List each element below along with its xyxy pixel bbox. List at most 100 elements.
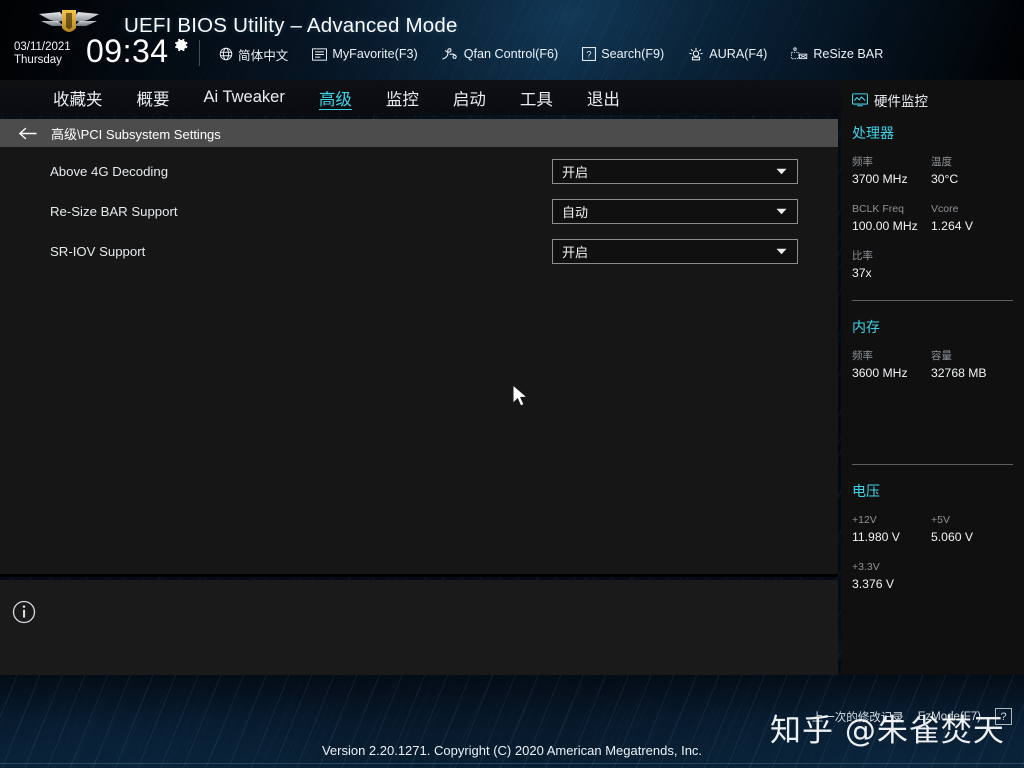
chevron-down-icon bbox=[776, 168, 797, 175]
question-box-icon: ? bbox=[582, 47, 597, 61]
tab-exit[interactable]: 退出 bbox=[570, 80, 637, 115]
hw-key: +5V bbox=[931, 514, 950, 526]
hw-row-3v3: +3.3V 3.376 V bbox=[841, 559, 1024, 593]
help-description-panel bbox=[0, 580, 838, 675]
settings-panel: Above 4G Decoding 开启 Re-Size BAR Support… bbox=[0, 147, 838, 577]
hw-row-memory: 频率 3600 MHz 容量 32768 MB bbox=[841, 348, 1024, 382]
hw-row-12v-5v: +12V 11.980 V +5V 5.060 V bbox=[841, 512, 1024, 546]
header-item-aura[interactable]: AURA(F4) bbox=[676, 43, 779, 65]
resize-bar-icon bbox=[791, 46, 808, 59]
setting-label: SR-IOV Support bbox=[50, 243, 146, 259]
hw-divider bbox=[852, 300, 1013, 301]
dropdown-above-4g-decoding[interactable]: 开启 bbox=[552, 158, 798, 184]
breadcrumb: 高级\PCI Subsystem Settings bbox=[0, 119, 838, 147]
hw-cell-memory-frequency: 频率 3600 MHz bbox=[852, 348, 931, 382]
tab-main[interactable]: 概要 bbox=[120, 80, 187, 115]
dropdown-resize-bar-support[interactable]: 自动 bbox=[552, 198, 798, 224]
header-item-label: ReSize BAR bbox=[813, 47, 884, 61]
tab-monitor[interactable]: 监控 bbox=[369, 80, 436, 115]
hw-value: 3700 MHz bbox=[852, 172, 908, 186]
date-text: 03/11/2021 bbox=[14, 41, 71, 53]
hw-cell-memory-capacity: 容量 32768 MB bbox=[931, 348, 1010, 382]
info-circle-icon[interactable] bbox=[12, 600, 36, 624]
tab-boot[interactable]: 启动 bbox=[436, 80, 503, 115]
header-item-myfavorite[interactable]: MyFavorite(F3) bbox=[300, 43, 429, 65]
dropdown-sr-iov-support[interactable]: 开启 bbox=[552, 238, 798, 264]
chevron-down-icon bbox=[776, 208, 797, 215]
back-button[interactable] bbox=[18, 127, 37, 140]
header-separator bbox=[199, 40, 200, 66]
hw-key: Vcore bbox=[931, 203, 959, 215]
setting-label: Above 4G Decoding bbox=[50, 163, 169, 179]
setting-row-resize-bar-support: Re-Size BAR Support 自动 bbox=[0, 191, 838, 231]
hw-value: 37x bbox=[852, 266, 872, 280]
hardware-monitor-sidebar: 硬件监控 处理器 频率 3700 MHz 温度 30°C BCLK Freq 1… bbox=[841, 80, 1024, 675]
hw-section-memory: 内存 bbox=[852, 319, 880, 335]
tab-ai-tweaker[interactable]: Ai Tweaker bbox=[187, 80, 302, 115]
dropdown-value: 开启 bbox=[562, 164, 589, 180]
hw-value: 100.00 MHz bbox=[852, 219, 918, 233]
hw-key: 容量 bbox=[931, 350, 952, 362]
header-item-resize-bar[interactable]: ReSize BAR bbox=[779, 43, 895, 65]
hw-value: 11.980 V bbox=[852, 530, 900, 544]
tab-favorites[interactable]: 收藏夹 bbox=[36, 80, 120, 115]
hw-cell-5v: +5V 5.060 V bbox=[931, 512, 1010, 546]
hw-cell-ratio: 比率 37x bbox=[852, 248, 931, 282]
dropdown-value: 开启 bbox=[562, 244, 589, 260]
header-item-label: Search(F9) bbox=[601, 47, 665, 61]
setting-row-sr-iov-support: SR-IOV Support 开启 bbox=[0, 231, 838, 271]
header-item-label: 简体中文 bbox=[238, 48, 289, 63]
hw-key: 温度 bbox=[931, 156, 952, 168]
hw-cell-vcore: Vcore 1.264 V bbox=[931, 201, 1010, 235]
tab-tool[interactable]: 工具 bbox=[503, 80, 570, 115]
hw-value: 32768 MB bbox=[931, 366, 987, 380]
hw-row-cpu-freq-temp: 频率 3700 MHz 温度 30°C bbox=[841, 154, 1024, 188]
hw-key: 频率 bbox=[852, 156, 873, 168]
clock-display: 09:34 bbox=[86, 33, 169, 69]
svg-text:?: ? bbox=[587, 49, 592, 59]
date-display: 03/11/2021 Thursday bbox=[14, 41, 71, 67]
hw-cell-bclk-freq: BCLK Freq 100.00 MHz bbox=[852, 201, 931, 235]
hw-divider bbox=[852, 464, 1013, 465]
bios-version-text: Version 2.20.1271. Copyright (C) 2020 Am… bbox=[321, 743, 703, 758]
globe-icon bbox=[219, 47, 233, 61]
bios-screen: UEFI BIOS Utility – Advanced Mode 03/11/… bbox=[0, 0, 1024, 768]
header-bar: UEFI BIOS Utility – Advanced Mode 03/11/… bbox=[0, 0, 1024, 80]
header-item-label: Qfan Control(F6) bbox=[463, 47, 559, 61]
gear-icon[interactable] bbox=[172, 36, 190, 54]
tab-advanced[interactable]: 高级 bbox=[302, 80, 369, 115]
fan-icon bbox=[442, 48, 457, 60]
lightbulb-icon bbox=[689, 47, 703, 60]
setting-row-above-4g-decoding: Above 4G Decoding 开启 bbox=[0, 151, 838, 191]
hardware-monitor-title-label: 硬件监控 bbox=[874, 94, 928, 109]
footer-bar: 上一次的修改记录 EzMode(F7) ? Version 2.20.1271.… bbox=[0, 700, 1024, 768]
setting-label: Re-Size BAR Support bbox=[50, 203, 178, 219]
header-item-language[interactable]: 简体中文 bbox=[207, 43, 300, 65]
hw-value: 5.060 V bbox=[931, 530, 974, 544]
last-modified-button[interactable]: 上一次的修改记录 bbox=[812, 709, 904, 725]
header-item-search[interactable]: ? Search(F9) bbox=[570, 43, 676, 65]
hw-cell-cpu-temperature: 温度 30°C bbox=[931, 154, 1010, 188]
hw-row-bclk-vcore: BCLK Freq 100.00 MHz Vcore 1.264 V bbox=[841, 201, 1024, 235]
chevron-down-icon bbox=[776, 248, 797, 255]
footer-shortcuts: 上一次的修改记录 EzMode(F7) ? bbox=[812, 708, 1012, 725]
hw-key: +12V bbox=[852, 514, 877, 526]
hw-cell-12v: +12V 11.980 V bbox=[852, 512, 931, 546]
monitor-icon bbox=[852, 93, 868, 107]
hardware-monitor-title: 硬件监控 bbox=[841, 90, 1024, 110]
ez-mode-button[interactable]: EzMode(F7) bbox=[918, 711, 981, 723]
list-icon bbox=[312, 47, 328, 61]
header-item-label: MyFavorite(F3) bbox=[332, 47, 418, 61]
header-item-label: AURA(F4) bbox=[709, 47, 768, 61]
footer-divider bbox=[0, 763, 1024, 764]
breadcrumb-path: 高级\PCI Subsystem Settings bbox=[51, 126, 221, 142]
hw-key: +3.3V bbox=[852, 561, 880, 573]
hw-value: 3.376 V bbox=[852, 577, 895, 591]
help-button[interactable]: ? bbox=[995, 708, 1012, 725]
hw-key: 比率 bbox=[852, 250, 873, 262]
weekday-text: Thursday bbox=[14, 54, 62, 66]
header-item-qfan-control[interactable]: Qfan Control(F6) bbox=[430, 43, 570, 65]
hw-value: 3600 MHz bbox=[852, 366, 908, 380]
header-shortcut-list: 简体中文 MyFavorite(F3) Qfan Control(F6) ? S… bbox=[207, 43, 895, 65]
hw-row-ratio: 比率 37x bbox=[841, 248, 1024, 282]
